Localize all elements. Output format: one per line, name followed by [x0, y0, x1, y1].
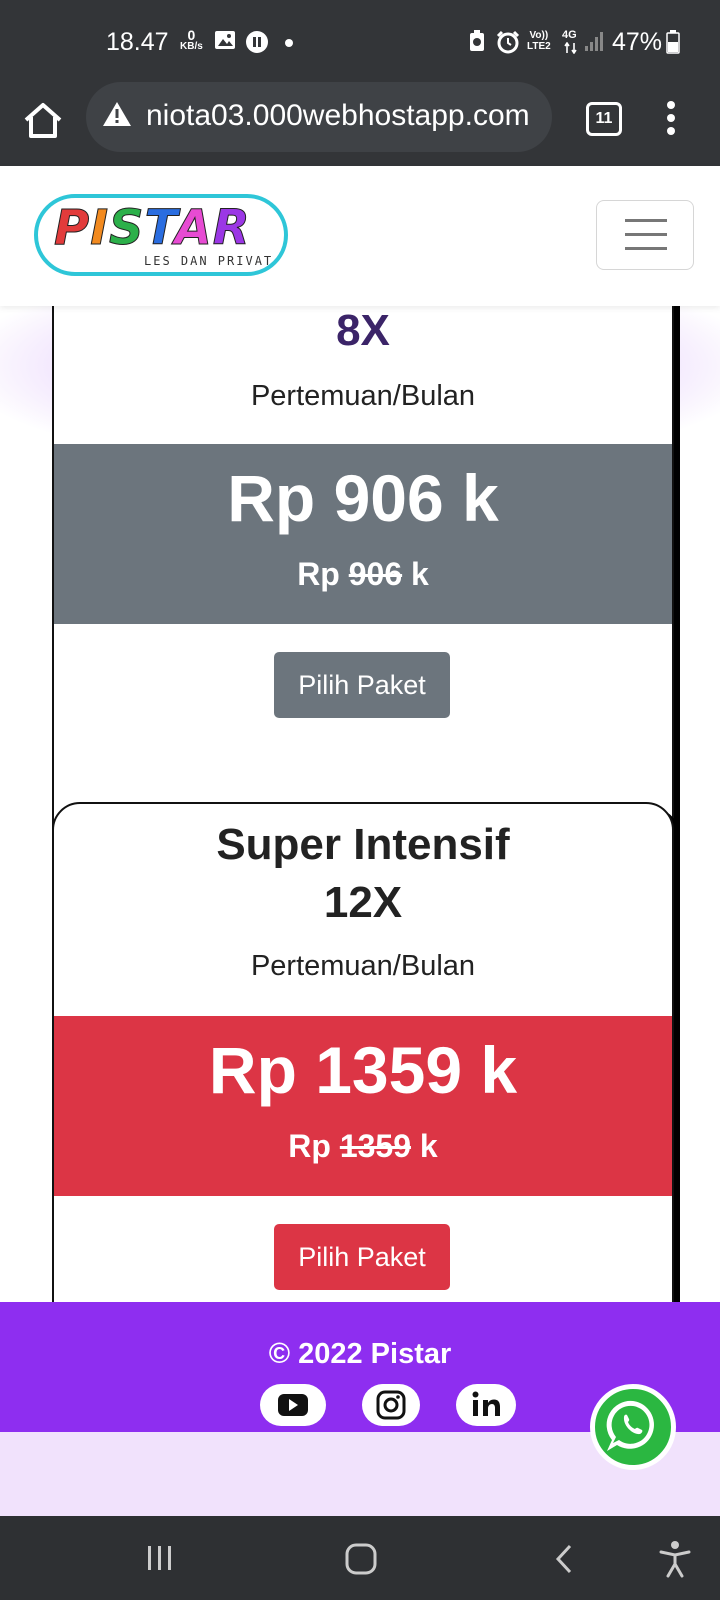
price-main: Rp 1359 k: [208, 1033, 518, 1107]
address-bar[interactable]: niota03.000webhostapp.com: [86, 82, 552, 152]
package-frequency: 12X: [323, 878, 403, 927]
network-type: 4G: [562, 29, 577, 41]
pricing-section: 8X Pertemuan/Bulan Rp 906 k Rp 906 k Pil…: [0, 306, 720, 1302]
menu-toggle-button[interactable]: [596, 200, 694, 270]
price-band: Rp 906 k Rp 906 k: [54, 444, 672, 624]
url-text[interactable]: niota03.000webhostapp.com: [146, 99, 530, 133]
copyright-text: © 2022 Pistar: [268, 1338, 452, 1370]
battery-icon: [666, 30, 680, 54]
pause-icon: [246, 31, 268, 53]
battery-level: 47%: [612, 28, 663, 56]
more-options-icon[interactable]: [664, 100, 678, 136]
recent-apps-icon[interactable]: [144, 1542, 176, 1574]
browser-toolbar: niota03.000webhostapp.com 11: [0, 82, 720, 166]
home-nav-icon[interactable]: [344, 1542, 378, 1576]
tab-switcher-button[interactable]: 11: [586, 102, 622, 136]
youtube-icon[interactable]: [260, 1384, 326, 1426]
logo-letter: I: [90, 200, 110, 257]
logo-letter: A: [174, 200, 213, 257]
logo-letter: P: [53, 200, 91, 257]
price-original: Rp 906 k: [297, 556, 429, 592]
site-navbar: PISTAR LES DAN PRIVAT: [0, 166, 720, 306]
linkedin-icon[interactable]: [456, 1384, 516, 1426]
accessibility-icon[interactable]: [658, 1540, 692, 1578]
package-card-super-intensif: Super Intensif 12X Pertemuan/Bulan Rp 13…: [52, 802, 674, 1302]
gallery-icon: [215, 31, 235, 49]
choose-package-button[interactable]: Pilih Paket: [274, 1224, 450, 1290]
price-main: Rp 906 k: [227, 461, 499, 535]
instagram-icon[interactable]: [362, 1384, 420, 1426]
hamburger-icon: [625, 219, 667, 222]
warning-icon[interactable]: [102, 100, 132, 128]
back-icon[interactable]: [552, 1542, 576, 1576]
signal-icon: [585, 32, 603, 51]
pistar-logo[interactable]: PISTAR LES DAN PRIVAT: [34, 194, 288, 276]
network-speed: 0 KB/s: [180, 27, 203, 52]
whatsapp-icon[interactable]: [590, 1384, 676, 1470]
status-time: 18.47: [106, 28, 169, 56]
package-unit: Pertemuan/Bulan: [250, 950, 476, 982]
package-frequency: 8X: [336, 306, 390, 355]
price-original: Rp 1359 k: [288, 1128, 438, 1164]
status-bar: 18.47 0 KB/s Vo)) LTE2 4G 47%: [0, 0, 720, 88]
package-name: Super Intensif: [216, 820, 510, 869]
home-icon[interactable]: [20, 98, 66, 144]
logo-letter: R: [212, 200, 251, 257]
system-navigation-bar: [0, 1516, 720, 1600]
price-band: Rp 1359 k Rp 1359 k: [54, 1016, 672, 1196]
battery-saver-icon: [470, 30, 484, 51]
volte-indicator: Vo)) LTE2: [527, 30, 551, 52]
data-arrows-icon: [564, 42, 577, 54]
choose-package-button[interactable]: Pilih Paket: [274, 652, 450, 718]
logo-letter: T: [144, 200, 175, 257]
logo-subtitle: LES DAN PRIVAT: [144, 254, 274, 268]
logo-wordmark: PISTAR: [53, 200, 251, 257]
alarm-icon: [496, 30, 520, 54]
package-unit: Pertemuan/Bulan: [250, 380, 476, 412]
logo-letter: S: [109, 200, 145, 257]
notification-dot-icon: [285, 39, 293, 47]
